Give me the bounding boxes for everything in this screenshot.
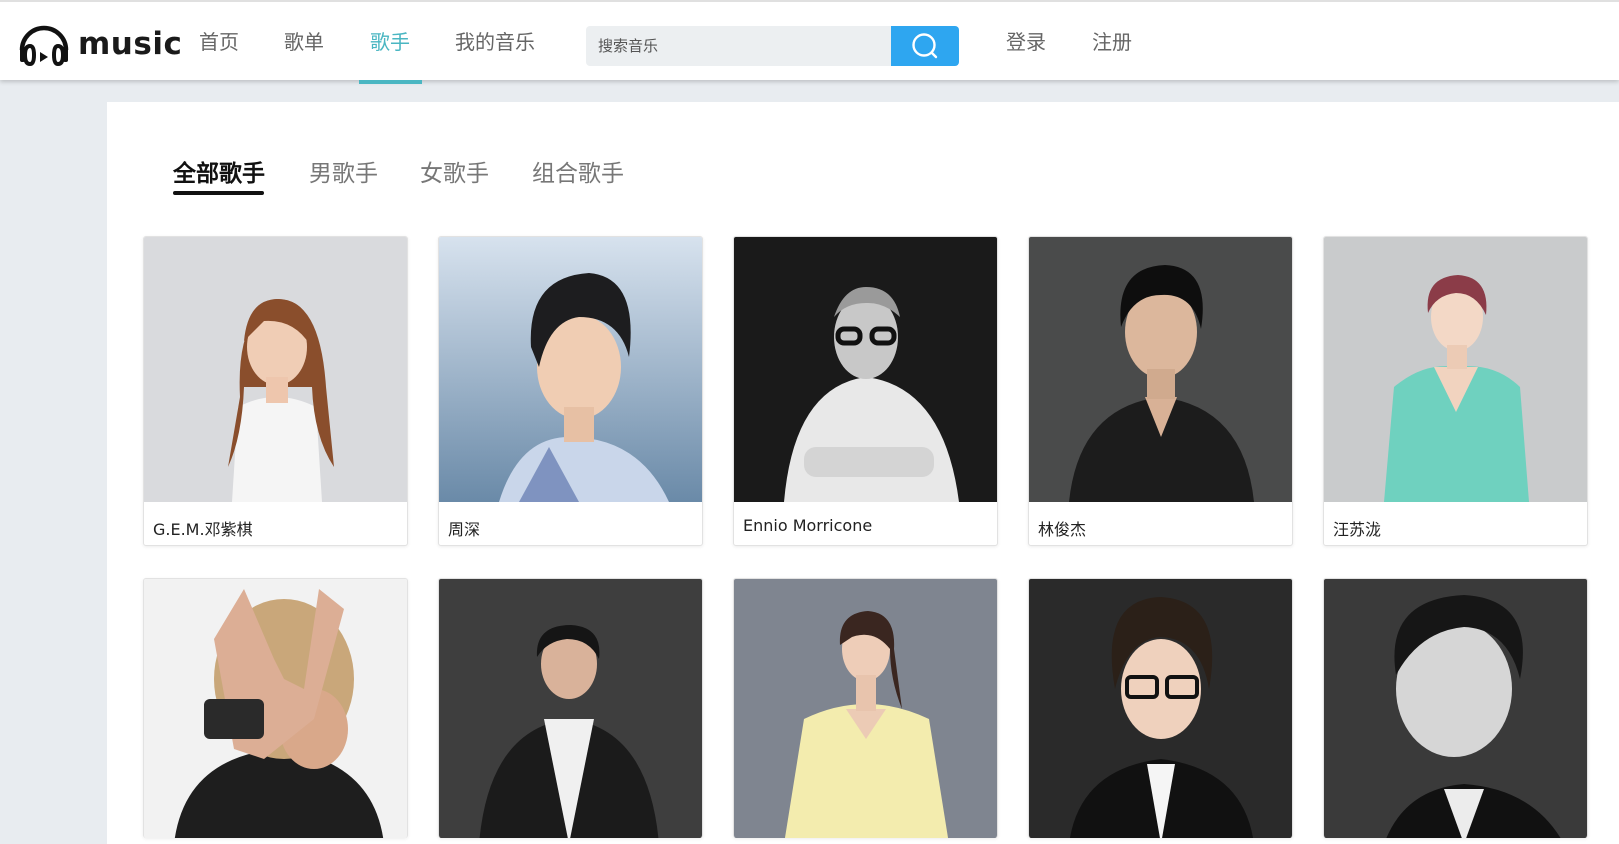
search-input[interactable]	[586, 26, 891, 66]
nav-home[interactable]: 首页	[199, 2, 239, 82]
tab-active-indicator	[173, 191, 264, 195]
singer-photo	[1324, 237, 1587, 502]
singer-name: G.E.M.邓紫棋	[153, 520, 253, 539]
singer-photo	[439, 237, 702, 502]
singer-card[interactable]: 汪苏泷	[1323, 236, 1588, 546]
tab-group-singers[interactable]: 组合歌手	[532, 154, 624, 188]
tab-all-singers[interactable]: 全部歌手	[173, 154, 265, 188]
nav-my-music[interactable]: 我的音乐	[455, 2, 535, 82]
logo-text: music	[78, 26, 183, 62]
singer-photo	[144, 237, 407, 502]
register-link[interactable]: 注册	[1092, 2, 1132, 82]
tab-female-singers[interactable]: 女歌手	[420, 154, 489, 188]
search-icon	[912, 33, 938, 59]
nav-active-indicator	[359, 80, 422, 84]
singer-name: 周深	[448, 520, 481, 539]
singer-card[interactable]	[438, 578, 703, 838]
logo[interactable]: music	[16, 16, 182, 72]
top-navigation-bar: music 首页 歌单 歌手 我的音乐 登录 注册	[0, 0, 1619, 84]
login-link[interactable]: 登录	[1006, 2, 1046, 82]
singer-name: 林俊杰	[1038, 520, 1087, 539]
singer-photo	[1324, 579, 1587, 838]
singer-card[interactable]	[733, 578, 998, 838]
singer-photo	[439, 579, 702, 838]
singer-card[interactable]: 林俊杰	[1028, 236, 1293, 546]
singer-card[interactable]	[143, 578, 408, 838]
singer-card[interactable]: Ennio Morricone	[733, 236, 998, 546]
singer-list-panel: 全部歌手 男歌手 女歌手 组合歌手 G.E.M.邓紫棋 周深 Ennio Mor…	[107, 102, 1619, 844]
singer-photo	[734, 237, 997, 502]
nav-singers[interactable]: 歌手	[370, 2, 410, 82]
singer-name: Ennio Morricone	[743, 516, 873, 535]
tab-male-singers[interactable]: 男歌手	[309, 154, 378, 188]
singer-name: 汪苏泷	[1333, 520, 1382, 539]
headphones-icon	[19, 25, 69, 67]
singer-photo	[144, 579, 407, 838]
singer-photo	[1029, 579, 1292, 838]
singer-photo	[734, 579, 997, 838]
singer-card[interactable]	[1028, 578, 1293, 838]
singer-card[interactable]: 周深	[438, 236, 703, 546]
singer-card[interactable]: G.E.M.邓紫棋	[143, 236, 408, 546]
search-box	[586, 26, 959, 66]
singer-card[interactable]	[1323, 578, 1588, 838]
search-button[interactable]	[891, 26, 959, 66]
singer-photo	[1029, 237, 1292, 502]
nav-playlists[interactable]: 歌单	[284, 2, 324, 82]
